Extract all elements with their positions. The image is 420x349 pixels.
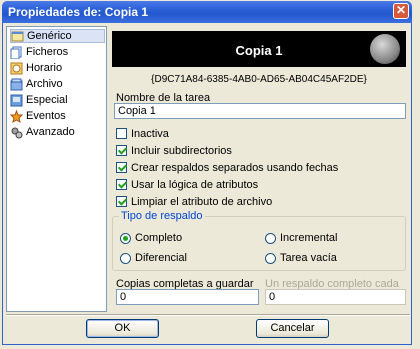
task-name-input[interactable]: Copia 1 [114,103,406,119]
radio-button[interactable] [120,232,131,244]
sidebar-item-generico[interactable]: Genérico [10,29,105,43]
backup-type-label: Tipo de respaldo [119,210,205,222]
sidebar-item-label: Archivo [26,78,63,90]
radio-tarea-vacia[interactable]: Tarea vacía [265,252,337,264]
radio-diferencial[interactable]: Diferencial [120,252,187,264]
radio-button[interactable] [265,232,276,244]
sidebar-item-label: Eventos [26,110,66,122]
task-icon [11,30,24,43]
checkbox-label: Incluir subdirectorios [131,144,232,157]
full-every-input[interactable]: 0 [265,289,406,305]
header-title: Copia 1 [235,43,283,58]
radio-button[interactable] [120,252,131,264]
sidebar-item-archivo[interactable]: Archivo [10,77,105,91]
clock-icon [10,62,23,75]
checkbox-box[interactable] [116,196,127,207]
sidebar-item-ficheros[interactable]: Ficheros [10,45,105,59]
radio-label: Tarea vacía [280,252,337,264]
checkbox-box[interactable] [116,162,127,173]
sidebar-item-label: Especial [26,94,68,106]
radio-label: Incremental [280,232,338,244]
sidebar-item-especial[interactable]: Especial [10,93,105,107]
include-subdirs-checkbox[interactable]: Incluir subdirectorios [116,144,232,157]
radio-completo[interactable]: Completo [120,232,182,244]
files-icon [10,46,23,59]
checkbox-label: Limpiar el atributo de archivo [131,195,273,208]
checkbox-label: Inactiva [131,127,169,140]
full-copies-input[interactable]: 0 [116,289,259,305]
moon-icon [370,34,400,64]
window-title: Propiedades de: Copia 1 [8,5,149,19]
checkbox-label: Usar la lógica de atributos [131,178,259,191]
events-icon [9,109,24,123]
close-icon: ✕ [395,3,407,17]
ok-button[interactable]: OK [86,319,159,338]
properties-dialog: Propiedades de: Copia 1 ✕ Genérico Fiche… [0,0,420,349]
sidebar-item-avanzado[interactable]: Avanzado [10,125,105,139]
checkbox-box[interactable] [116,145,127,156]
cancel-button[interactable]: Cancelar [256,319,329,338]
clear-archive-attr-checkbox[interactable]: Limpiar el atributo de archivo [116,195,272,208]
radio-incremental[interactable]: Incremental [265,232,337,244]
archive-icon [10,78,23,91]
sidebar-item-label: Horario [26,62,63,74]
sidebar-item-eventos[interactable]: Eventos [9,109,105,123]
sidebar-item-label: Ficheros [26,46,69,58]
close-button[interactable]: ✕ [393,3,409,19]
category-sidebar: Genérico Ficheros Horario Archivo Especi… [6,26,107,312]
inactive-checkbox[interactable]: Inactiva [116,127,169,140]
checkbox-box[interactable] [116,128,127,139]
sidebar-item-horario[interactable]: Horario [10,61,105,75]
radio-button[interactable] [265,252,276,264]
advanced-icon [10,126,23,139]
button-divider [6,314,410,316]
header-banner: Copia 1 [112,31,406,67]
sidebar-item-label: Avanzado [26,126,75,138]
attribute-logic-checkbox[interactable]: Usar la lógica de atributos [116,178,258,191]
task-guid: {D9C71A84-6385-4AB0-AD65-AB04C45AF2DE} [151,74,367,85]
checkbox-label: Crear respaldos separados usando fechas [131,161,339,174]
radio-label: Completo [135,232,183,244]
special-icon [10,94,23,107]
separate-backups-checkbox[interactable]: Crear respaldos separados usando fechas [116,161,338,174]
checkbox-box[interactable] [116,179,127,190]
radio-label: Diferencial [135,252,187,264]
title-bar[interactable]: Propiedades de: Copia 1 ✕ [2,1,412,23]
sidebar-item-label: Genérico [27,30,72,42]
